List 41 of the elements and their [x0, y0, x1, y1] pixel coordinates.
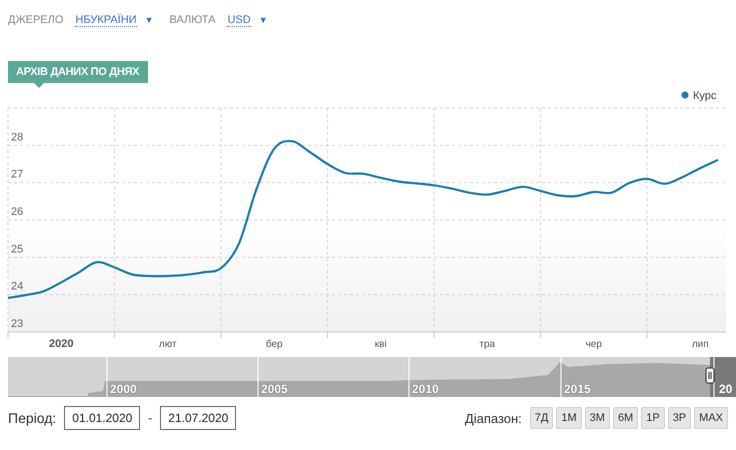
range-button[interactable]: 6М — [612, 407, 638, 429]
x-tick-label: лип — [692, 339, 709, 350]
filter-dropdown[interactable]: НБУКРАЇНИ — [75, 14, 137, 26]
legend-label[interactable]: Курс — [693, 91, 716, 102]
filter-label: ВАЛЮТА — [169, 14, 216, 26]
y-tick-label: 24 — [11, 280, 24, 293]
range-button[interactable]: 1Р — [641, 407, 665, 429]
period-label: Період: — [8, 410, 56, 426]
year-label: 20 — [719, 382, 732, 396]
section-tag: АРХІВ ДАНИХ ПО ДНЯХ — [8, 61, 148, 83]
y-tick-label: 23 — [11, 318, 24, 330]
filter-dropdown[interactable]: USD — [227, 14, 251, 26]
filter-label: ДЖЕРЕЛО — [8, 14, 64, 26]
x-tick-label: бер — [266, 339, 283, 350]
year-label: 2015 — [564, 382, 591, 396]
y-tick-label: 28 — [11, 131, 24, 144]
caret-icon[interactable]: ▼ — [258, 15, 268, 25]
range-button[interactable]: 1М — [556, 407, 582, 429]
range-button[interactable]: 7Д — [530, 407, 554, 429]
x-tick-label: 2020 — [49, 338, 74, 350]
selected-range[interactable] — [710, 357, 736, 397]
date-separator: - — [148, 411, 152, 425]
range-handle[interactable] — [706, 368, 714, 384]
x-tick-label: чер — [586, 339, 602, 350]
x-tick-label: тра — [479, 339, 496, 350]
range-label: Діапазон: — [464, 410, 522, 426]
range-button[interactable]: MAX — [694, 407, 728, 429]
caret-icon[interactable]: ▼ — [144, 15, 154, 25]
y-tick-label: 25 — [11, 243, 24, 256]
year-label: 2005 — [261, 382, 288, 396]
range-button[interactable]: 3Р — [668, 407, 692, 429]
year-label: 2000 — [110, 382, 137, 396]
y-tick-label: 27 — [11, 168, 24, 181]
y-tick-label: 26 — [11, 206, 24, 218]
tag-pointer — [34, 83, 44, 88]
year-label: 2010 — [412, 382, 439, 396]
range-button[interactable]: 3М — [584, 407, 610, 429]
date-field[interactable]: 21.07.2020 — [160, 406, 236, 430]
x-tick-label: лют — [158, 339, 177, 350]
date-field[interactable]: 01.01.2020 — [64, 406, 140, 430]
x-tick-label: кві — [374, 339, 387, 350]
